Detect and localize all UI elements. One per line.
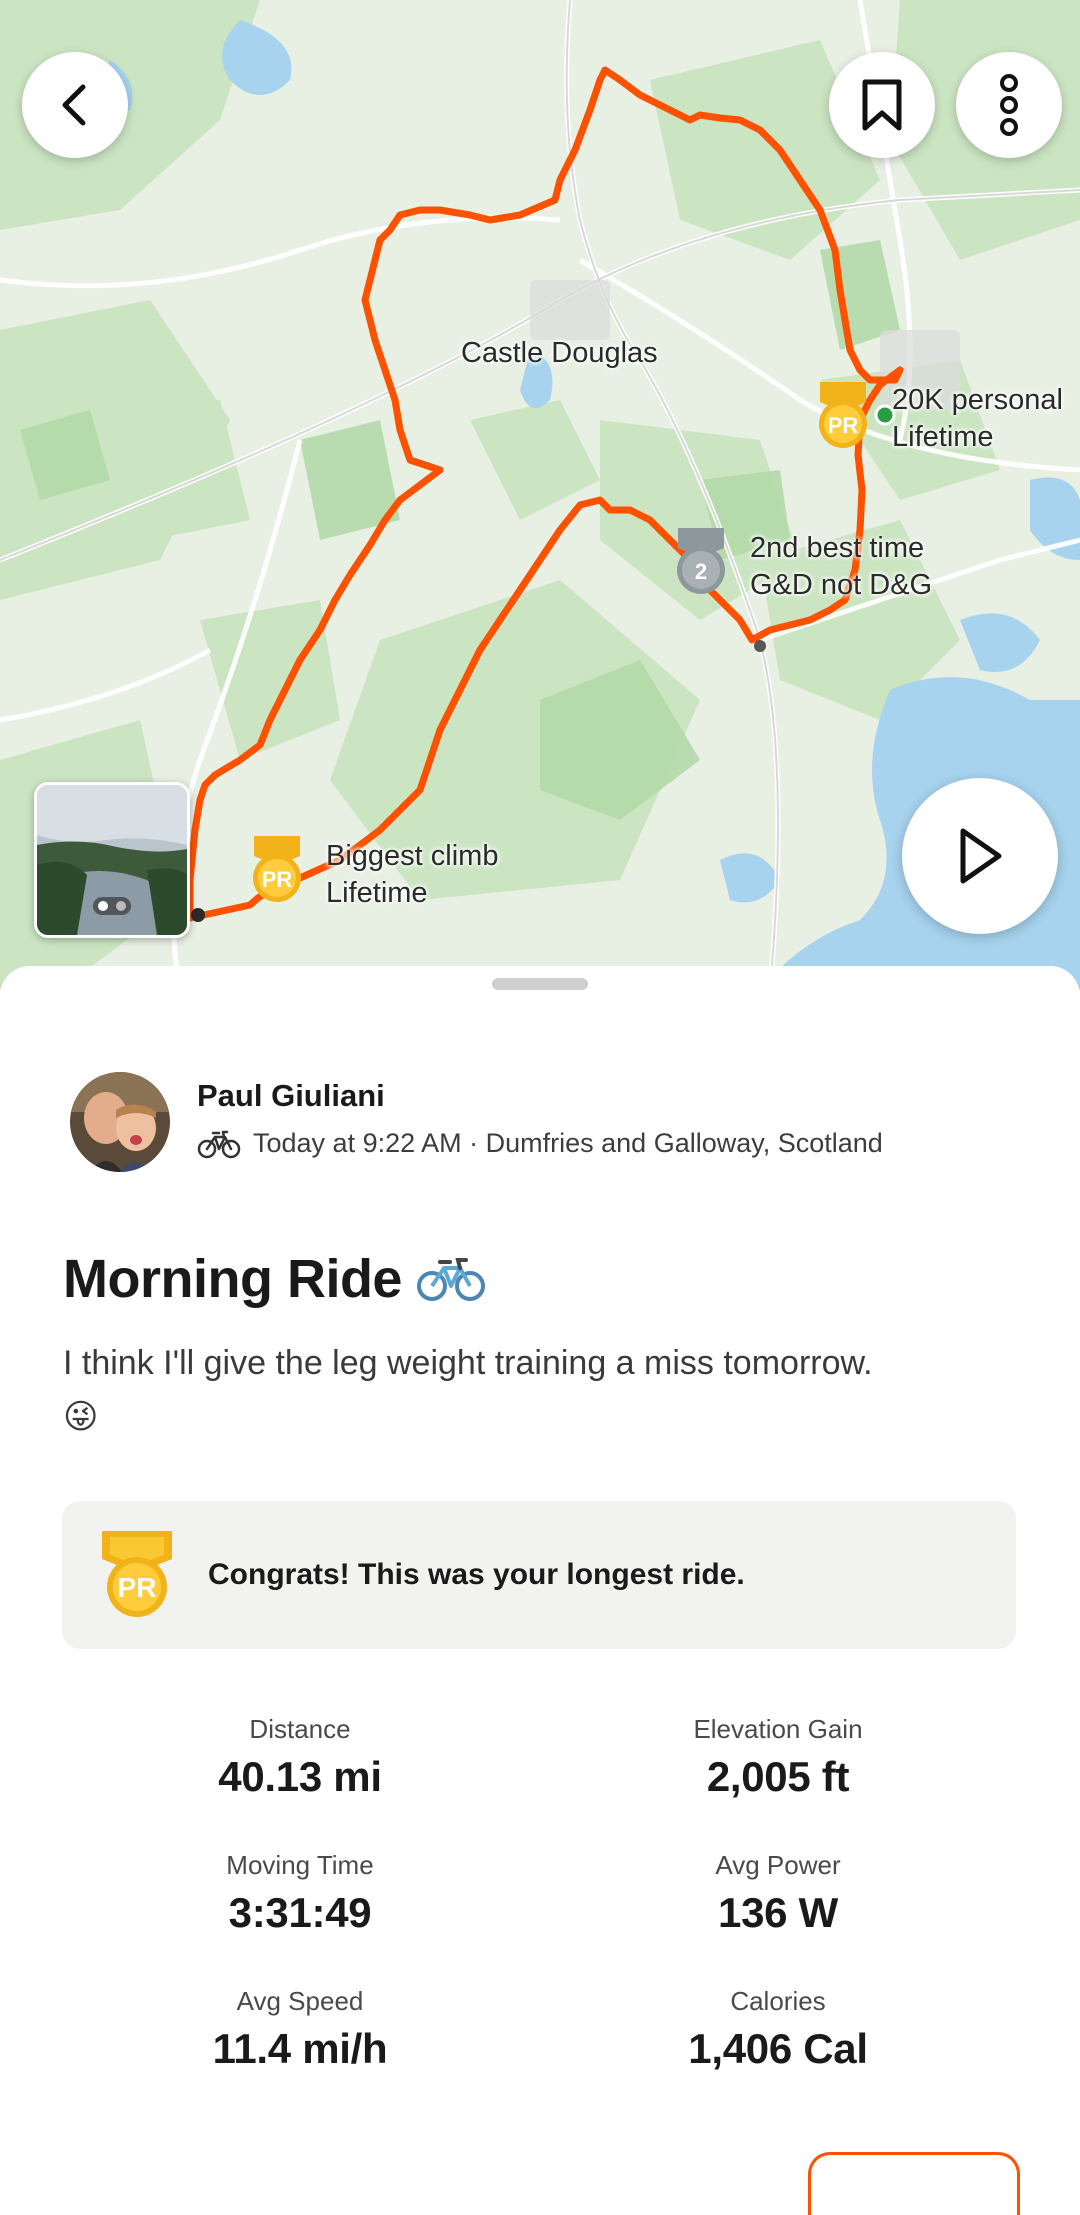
activity-date-location: Today at 9:22 AM · Dumfries and Galloway… <box>253 1128 883 1158</box>
activity-title-row: Morning Ride <box>63 1248 486 1310</box>
view-more-button[interactable] <box>808 2152 1020 2215</box>
avatar-image <box>70 1072 170 1172</box>
pr-medal-icon[interactable]: PR <box>246 836 308 906</box>
back-button[interactable] <box>22 52 128 158</box>
activity-photo-thumbnail[interactable] <box>34 782 190 938</box>
svg-text:PR: PR <box>118 1572 157 1603</box>
segment-label-line1: 20K personal <box>892 384 1063 416</box>
place-label: Castle Douglas <box>461 337 658 369</box>
stat-avg-power: Avg Power 136 W <box>568 1850 988 1937</box>
segment-label-biggest-climb[interactable]: Biggest climb Lifetime <box>326 838 498 912</box>
pr-medal-icon: PR <box>102 1531 172 1617</box>
stat-value: 40.13 mi <box>218 1753 382 1800</box>
more-options-button[interactable] <box>956 52 1062 158</box>
segment-label-line1: Biggest climb <box>326 840 499 872</box>
play-icon <box>960 828 1002 884</box>
bike-icon <box>197 1130 241 1158</box>
avatar[interactable] <box>70 1072 170 1172</box>
bicycle-emoji-icon <box>416 1258 485 1301</box>
longest-ride-banner[interactable]: PR Congrats! This was your longest ride. <box>62 1501 1016 1649</box>
svg-text:PR: PR <box>262 867 293 892</box>
segment-label-line2: Lifetime <box>892 421 994 453</box>
winking-tongue-emoji: 😜 <box>63 1397 99 1437</box>
stat-value: 136 W <box>718 1889 838 1936</box>
stat-value: 1,406 Cal <box>688 2025 868 2072</box>
route-end-marker <box>191 908 205 922</box>
stat-label: Distance <box>249 1714 351 1744</box>
stat-label: Calories <box>730 1986 826 2016</box>
athlete-name[interactable]: Paul Giuliani <box>197 1078 385 1114</box>
photo-image <box>37 785 187 935</box>
activity-details-sheet: Paul Giuliani Today at 9:22 AM · Dumfrie… <box>0 966 1080 2215</box>
activity-description: I think I'll give the leg weight trainin… <box>63 1336 1013 1444</box>
activity-meta: Today at 9:22 AM · Dumfries and Galloway… <box>197 1128 883 1159</box>
segment-label-20k[interactable]: 20K personal Lifetime <box>892 382 1063 456</box>
waypoint-marker <box>754 640 766 652</box>
stat-elevation-gain: Elevation Gain 2,005 ft <box>568 1714 988 1801</box>
stat-value: 2,005 ft <box>706 1753 850 1800</box>
bookmark-button[interactable] <box>829 52 935 158</box>
stat-label: Moving Time <box>226 1850 374 1880</box>
segment-label-2nd-best[interactable]: 2nd best time G&D not D&G <box>750 530 932 604</box>
pr-medal-icon[interactable]: PR <box>812 382 874 452</box>
activity-title: Morning Ride <box>63 1249 402 1309</box>
pr-banner-text: Congrats! This was your longest ride. <box>208 1558 745 1591</box>
segment-label-line2: Lifetime <box>326 877 428 909</box>
stat-avg-speed: Avg Speed 11.4 mi/h <box>90 1986 510 2073</box>
bookmark-icon <box>862 79 902 131</box>
stat-label: Elevation Gain <box>693 1714 863 1744</box>
segment-label-line2: G&D not D&G <box>750 569 933 601</box>
more-vertical-icon <box>1000 74 1018 136</box>
segment-label-line1: 2nd best time <box>750 532 925 564</box>
description-text: I think I'll give the leg weight trainin… <box>63 1344 873 1382</box>
sheet-drag-handle[interactable] <box>492 978 588 990</box>
route-map[interactable]: PR 20K personal Lifetime 2 2nd best time… <box>0 0 1080 990</box>
svg-text:PR: PR <box>828 413 859 438</box>
stat-distance: Distance 40.13 mi <box>90 1714 510 1801</box>
stat-label: Avg Power <box>715 1850 841 1880</box>
svg-text:2: 2 <box>695 559 707 584</box>
stat-value: 3:31:49 <box>228 1889 372 1936</box>
second-place-medal-icon[interactable]: 2 <box>670 528 732 598</box>
replay-flyover-button[interactable] <box>902 778 1058 934</box>
stat-label: Avg Speed <box>236 1986 364 2016</box>
stat-value: 11.4 mi/h <box>212 2025 388 2072</box>
stat-moving-time: Moving Time 3:31:49 <box>90 1850 510 1937</box>
stat-calories: Calories 1,406 Cal <box>568 1986 988 2073</box>
chevron-left-icon <box>62 84 86 126</box>
